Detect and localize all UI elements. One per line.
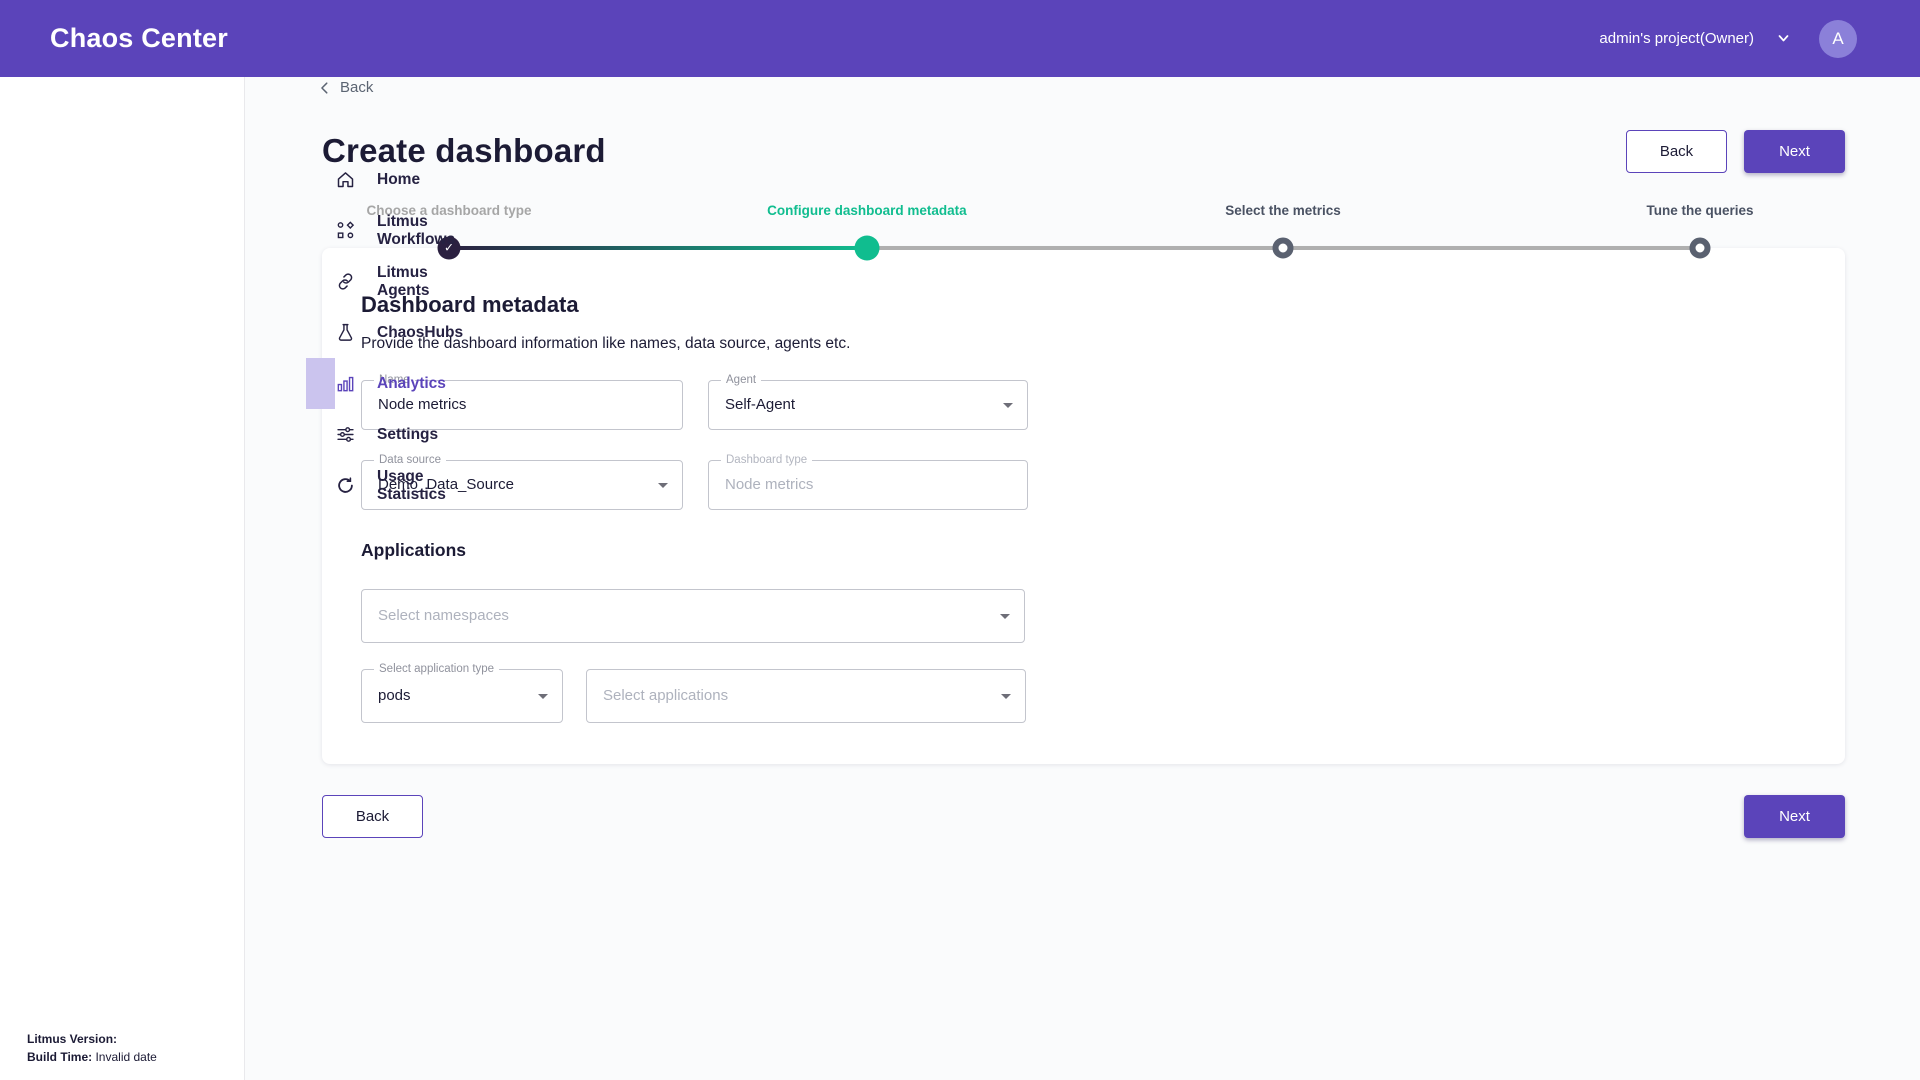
stepper-labels: Choose a dashboard typeConfigure dashboa… [322,203,1845,219]
app-header: Chaos Center admin's project(Owner) A [0,0,1920,77]
version-label: Litmus Version: [27,1032,117,1046]
applications-input[interactable] [587,670,1025,722]
sidebar-item-analytics[interactable]: Analytics [306,358,335,409]
sidebar-item-label: ChaosHubs [377,324,463,342]
sidebar-item-litmus-workflows[interactable]: Litmus Workflows [306,205,335,256]
build-time-value: Invalid date [95,1050,156,1064]
dashboard-type-field: Dashboard type [708,460,1028,510]
section-title: Dashboard metadata [361,292,1806,318]
main-content: Analytics/Dashboard/Create Back Create d… [245,0,1920,1003]
usage-refresh-icon [335,475,356,496]
avatar[interactable]: A [1819,20,1857,58]
section-description: Provide the dashboard information like n… [361,335,1806,353]
applications-select [586,669,1026,723]
sidebar-item-label: Analytics [377,375,446,393]
step-label-configure-dashboard-metadata: Configure dashboard metadata [767,203,967,218]
sidebar-item-label: Litmus Agents [377,264,430,300]
dashboard-type-input [709,461,1027,509]
agent-select[interactable]: Agent Self-Agent [708,380,1028,430]
flask-icon [335,322,356,343]
sidebar-item-home[interactable]: Home [306,154,335,205]
next-button-top[interactable]: Next [1744,130,1845,173]
app-title: Chaos Center [50,23,228,54]
sidebar-item-usage-statistics[interactable]: Usage Statistics [306,460,335,511]
sidebar-item-chaoshubs[interactable]: ChaosHubs [306,307,335,358]
sidebar-item-litmus-agents[interactable]: Litmus Agents [306,256,335,307]
sidebar-item-label: Settings [377,426,438,444]
home-icon [335,169,356,190]
workflows-icon [335,220,356,241]
step-label-select-the-metrics: Select the metrics [1225,203,1341,218]
analytics-chart-icon [335,373,356,394]
chevron-down-icon [1776,31,1791,46]
dashboard-metadata-card: Dashboard metadata Provide the dashboard… [322,248,1845,764]
step-indicator-select-the-metrics [1273,237,1294,258]
agents-link-icon [335,271,356,292]
project-label: admin's project(Owner) [1599,30,1754,47]
sidebar-item-settings[interactable]: Settings [306,409,335,460]
applications-section-title: Applications [361,540,1806,561]
stepper-line-progress [449,246,867,250]
step-label-tune-the-queries: Tune the queries [1646,203,1753,218]
back-button-top[interactable]: Back [1626,130,1727,173]
step-indicator-configure-dashboard-metadata [854,235,879,260]
agent-select-value: Self-Agent [709,381,1027,429]
agent-select-label: Agent [721,374,761,387]
sidebar-item-label: Litmus Workflows [377,213,455,249]
data-source-select-label: Data source [374,454,446,467]
step-indicator-tune-the-queries [1690,237,1711,258]
dashboard-type-field-label: Dashboard type [721,454,812,467]
application-type-select[interactable]: Select application type pods [361,669,563,723]
next-button-bottom[interactable]: Next [1744,795,1845,838]
sidebar: HomeLitmus WorkflowsLitmus AgentsChaosHu… [0,77,245,1080]
sidebar-item-label: Home [377,171,420,189]
settings-sliders-icon [335,424,356,445]
build-time-label: Build Time: [27,1050,92,1064]
sidebar-item-label: Usage Statistics [377,468,446,504]
application-type-select-value: pods [362,670,562,722]
application-type-select-label: Select application type [374,663,499,676]
namespaces-input[interactable] [362,590,1024,642]
namespaces-select [361,589,1025,643]
sidebar-footer: Litmus Version: Build Time: Invalid date [27,1030,157,1066]
project-selector[interactable]: admin's project(Owner) [1599,30,1791,47]
